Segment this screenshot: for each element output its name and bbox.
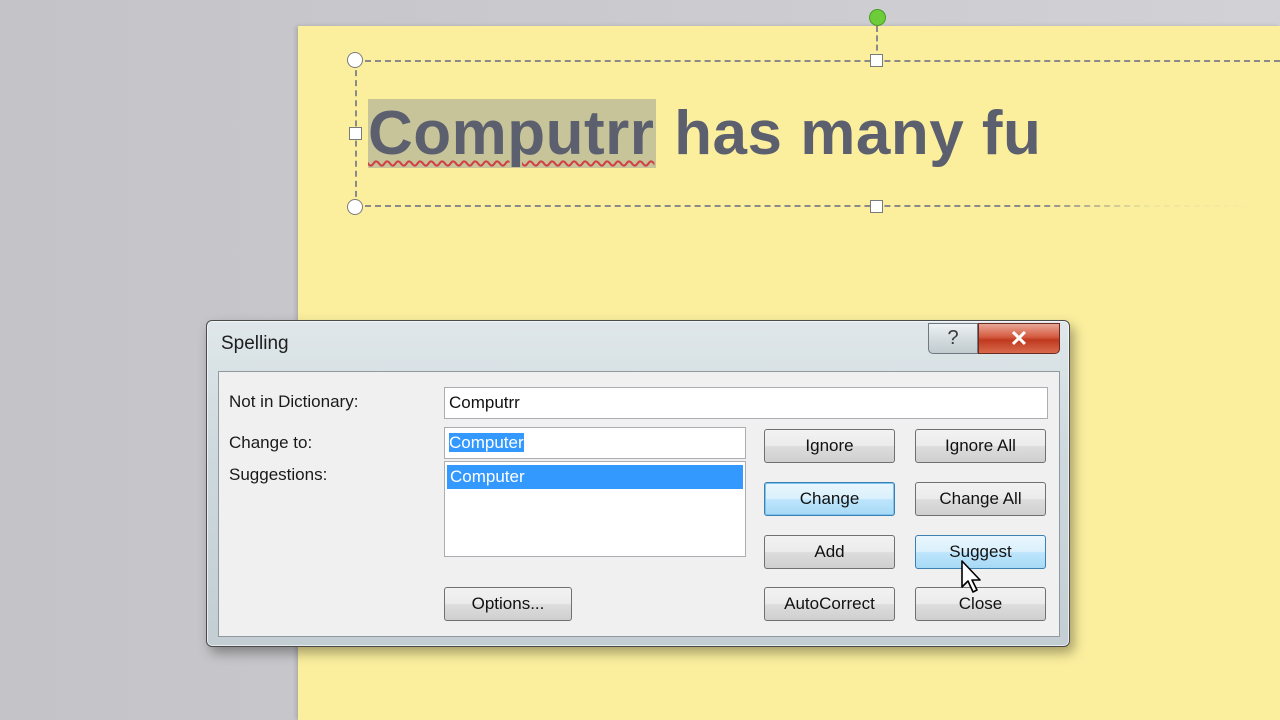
change-to-value: Computer [449, 433, 524, 452]
resize-handle-bottom[interactable] [870, 200, 883, 213]
rotate-handle[interactable] [869, 9, 886, 26]
title-rest: has many fu [656, 99, 1042, 168]
dialog-title: Spelling [221, 333, 289, 354]
resize-handle-left[interactable] [349, 127, 362, 140]
suggestions-list[interactable]: Computer [444, 461, 746, 557]
spelling-dialog: Spelling ? ✕ Not in Dictionary: Computrr… [206, 320, 1070, 647]
autocorrect-button[interactable]: AutoCorrect [764, 587, 895, 621]
mouse-pointer-icon [961, 560, 981, 593]
misspelled-word[interactable]: Computrr [368, 99, 657, 168]
resize-handle-top[interactable] [870, 54, 883, 67]
slide-title[interactable]: Computrr has many fu [368, 98, 1041, 170]
help-icon[interactable]: ? [928, 323, 978, 354]
not-in-dictionary-field[interactable]: Computrr [444, 387, 1048, 419]
resize-handle-top-left[interactable] [347, 52, 363, 68]
add-button[interactable]: Add [764, 535, 895, 569]
change-all-button[interactable]: Change All [915, 482, 1046, 516]
close-icon[interactable]: ✕ [978, 323, 1060, 354]
suggestion-item[interactable]: Computer [447, 465, 743, 489]
ignore-all-button[interactable]: Ignore All [915, 429, 1046, 463]
change-to-label: Change to: [229, 433, 313, 452]
ignore-button[interactable]: Ignore [764, 429, 895, 463]
not-in-dictionary-label: Not in Dictionary: [229, 392, 359, 411]
suggestions-label: Suggestions: [229, 465, 328, 484]
change-button[interactable]: Change [764, 482, 895, 516]
dialog-body: Not in Dictionary: Computrr Change to: C… [218, 371, 1060, 637]
change-to-field[interactable]: Computer [444, 427, 746, 459]
options-button[interactable]: Options... [444, 587, 572, 621]
resize-handle-bottom-left[interactable] [347, 199, 363, 215]
